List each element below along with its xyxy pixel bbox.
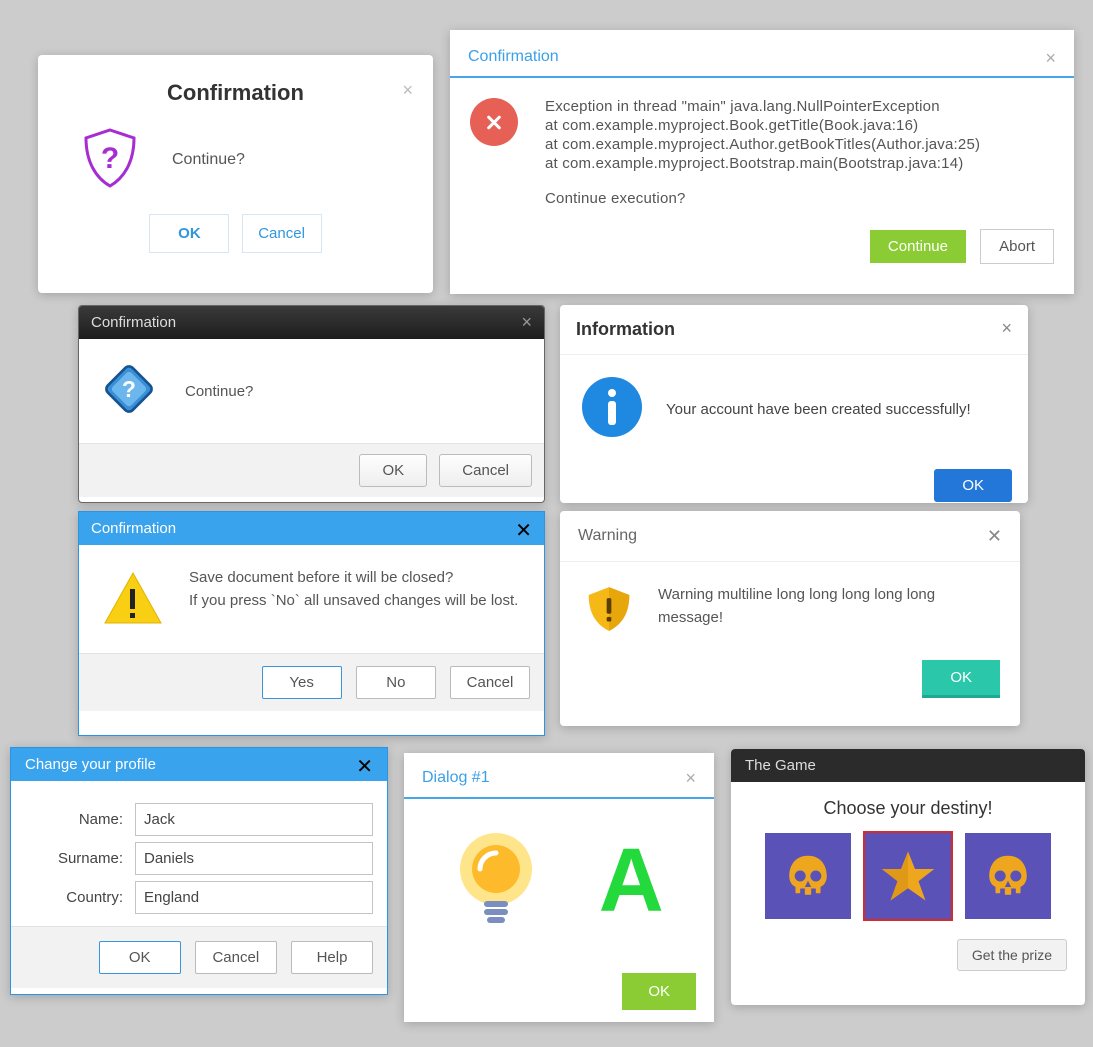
dialog-title: The Game — [731, 749, 1085, 782]
dialog-message: Continue? — [185, 383, 253, 400]
cancel-button[interactable]: Cancel — [195, 941, 277, 974]
skull-icon — [783, 851, 833, 901]
surname-label: Surname: — [25, 850, 135, 867]
ok-button[interactable]: OK — [149, 214, 229, 253]
message-line: Save document before it will be closed? — [189, 567, 518, 590]
dialog-title: Confirmation — [450, 30, 1074, 78]
dialog-title: Confirmation — [79, 512, 544, 545]
shield-question-icon: ? — [78, 126, 142, 194]
close-icon[interactable]: ✕ — [515, 518, 532, 543]
confirmation-dialog-save: Confirmation ✕ Save document before it w… — [78, 511, 545, 736]
dialog-message: Continue? — [172, 151, 245, 169]
help-button[interactable]: Help — [291, 941, 373, 974]
shield-warning-icon — [584, 584, 634, 638]
yes-button[interactable]: Yes — [262, 666, 342, 699]
ok-button[interactable]: OK — [922, 660, 1000, 695]
warning-dialog: ✕ Warning Warning multiline long long lo… — [560, 511, 1020, 726]
close-icon[interactable]: × — [402, 80, 413, 101]
info-icon — [580, 375, 644, 443]
no-button[interactable]: No — [356, 666, 436, 699]
cancel-button[interactable]: Cancel — [450, 666, 530, 699]
destiny-tile-star[interactable] — [865, 833, 951, 919]
lightbulb-icon — [454, 829, 538, 933]
continue-button[interactable]: Continue — [870, 230, 966, 263]
cancel-button[interactable]: Cancel — [439, 454, 532, 487]
svg-text:?: ? — [122, 376, 136, 402]
dialog-title: Change your profile — [11, 748, 387, 781]
destiny-tile-skull[interactable] — [965, 833, 1051, 919]
confirmation-dialog-exception: × Confirmation Exception in thread "main… — [450, 30, 1074, 294]
information-dialog: × Information Your account have been cre… — [560, 305, 1028, 503]
close-icon[interactable]: × — [1001, 318, 1012, 339]
close-icon[interactable]: × — [521, 312, 532, 333]
ok-button[interactable]: OK — [99, 941, 181, 974]
ok-button[interactable]: OK — [359, 454, 427, 487]
dialog-title: Confirmation — [38, 55, 433, 106]
dialog-title: Information — [560, 305, 1028, 355]
dialog-one: × Dialog #1 A OK — [404, 753, 714, 1022]
skull-icon — [983, 851, 1033, 901]
abort-button[interactable]: Abort — [980, 229, 1054, 264]
big-letter: A — [599, 830, 664, 933]
dialog-message: Warning multiline long long long long lo… — [658, 584, 996, 638]
subtitle: Choose your destiny! — [731, 782, 1085, 833]
error-x-icon — [470, 98, 518, 146]
trace-line: at com.example.myproject.Author.getBookT… — [545, 136, 980, 153]
diamond-question-icon: ? — [101, 361, 157, 421]
dialog-message: Your account have been created successfu… — [666, 401, 971, 418]
trace-line: at com.example.myproject.Book.getTitle(B… — [545, 117, 980, 134]
warning-triangle-icon — [101, 567, 165, 635]
close-icon[interactable]: × — [685, 768, 696, 789]
dialog-title: Warning — [560, 511, 1020, 562]
trace-line: at com.example.myproject.Bootstrap.main(… — [545, 155, 980, 172]
destiny-tile-skull[interactable] — [765, 833, 851, 919]
dialog-message: Save document before it will be closed? … — [189, 567, 518, 635]
exception-text: Exception in thread "main" java.lang.Nul… — [545, 98, 980, 209]
name-input[interactable] — [135, 803, 373, 836]
ok-button[interactable]: OK — [622, 973, 696, 1010]
country-label: Country: — [25, 889, 135, 906]
confirmation-dialog-dark: Confirmation × ? Continue? OK Cancel — [78, 305, 545, 503]
dialog-title: Dialog #1 — [404, 753, 714, 799]
prompt-text: Continue execution? — [545, 190, 980, 207]
message-line: If you press `No` all unsaved changes wi… — [189, 590, 518, 613]
star-icon — [880, 848, 936, 904]
confirmation-dialog-shield: × Confirmation ? Continue? OK Cancel — [38, 55, 433, 293]
get-prize-button[interactable]: Get the prize — [957, 939, 1067, 971]
profile-dialog: Change your profile ✕ Name: Surname: Cou… — [10, 747, 388, 995]
country-input[interactable] — [135, 881, 373, 914]
close-icon[interactable]: × — [1045, 48, 1056, 69]
svg-text:?: ? — [101, 142, 119, 175]
dialog-title: Confirmation — [79, 306, 544, 339]
close-icon[interactable]: ✕ — [987, 526, 1002, 547]
surname-input[interactable] — [135, 842, 373, 875]
game-dialog: The Game Choose your destiny! — [731, 749, 1085, 1005]
name-label: Name: — [25, 811, 135, 828]
trace-line: Exception in thread "main" java.lang.Nul… — [545, 98, 980, 115]
cancel-button[interactable]: Cancel — [242, 214, 322, 253]
close-icon[interactable]: ✕ — [356, 754, 373, 779]
ok-button[interactable]: OK — [934, 469, 1012, 502]
